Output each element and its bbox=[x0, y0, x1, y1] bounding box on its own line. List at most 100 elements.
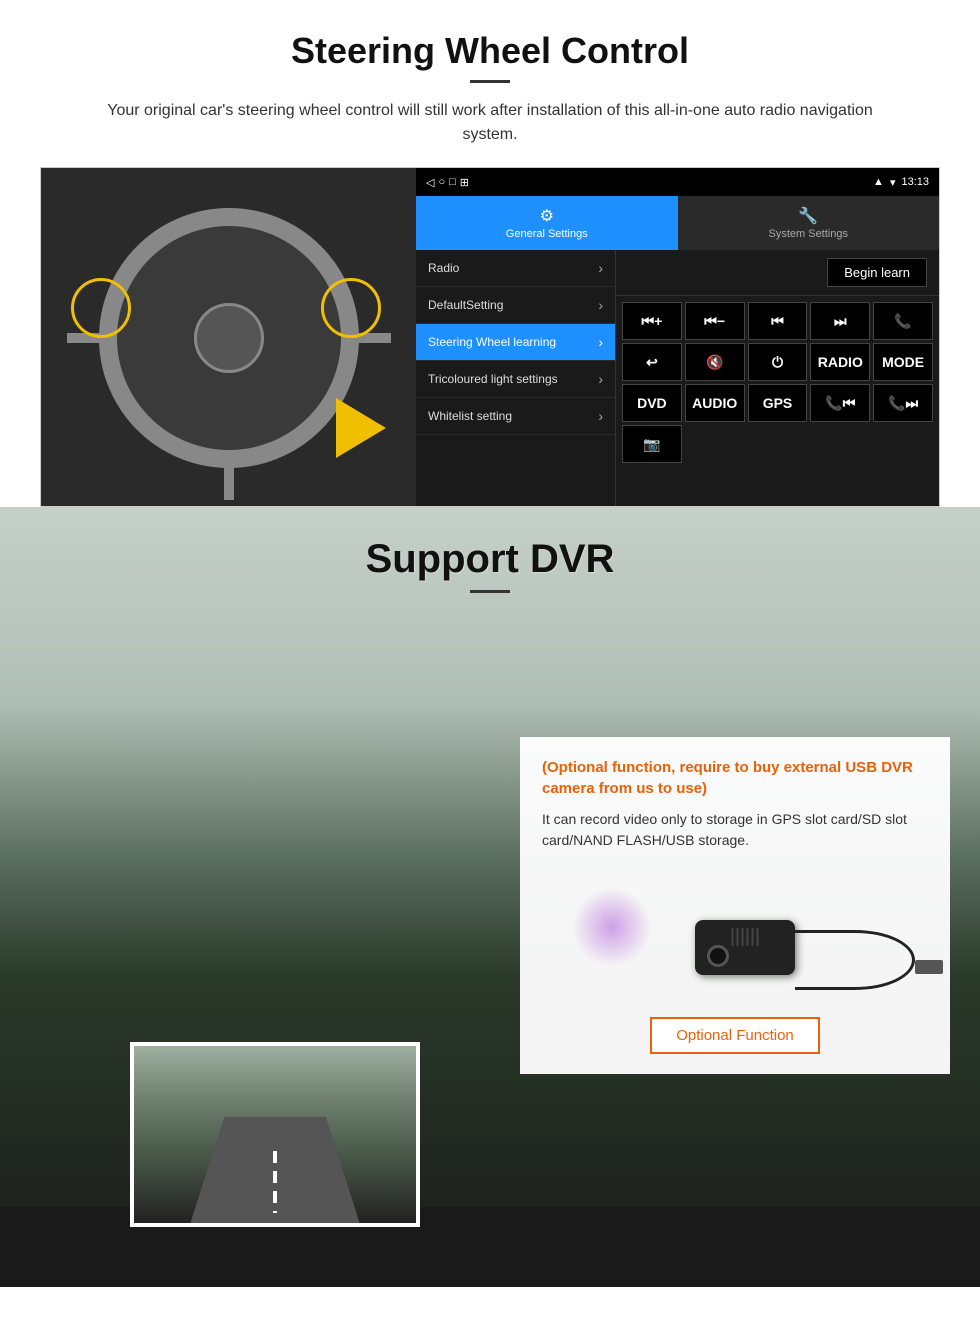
menu-item-whitelist-label: Whitelist setting bbox=[428, 409, 512, 423]
vent-line-5 bbox=[752, 928, 754, 946]
dvr-info-card: (Optional function, require to buy exter… bbox=[520, 737, 950, 1074]
signal-icon: ▲ bbox=[873, 176, 884, 188]
android-menu: Radio › DefaultSetting › Steering Wheel … bbox=[416, 250, 939, 506]
purple-glow bbox=[572, 887, 652, 967]
ctrl-call-next[interactable]: 📞⏭ bbox=[873, 384, 933, 422]
menu-item-default-label: DefaultSetting bbox=[428, 298, 503, 312]
nav-menu-icon: ⊞ bbox=[460, 176, 469, 189]
prev-track-icon: ⏮ bbox=[771, 313, 784, 330]
mode-label-icon: MODE bbox=[882, 354, 924, 370]
vol-down-prev-icon: ⏮− bbox=[704, 313, 725, 330]
camera-ctrl-icon: 📷 bbox=[643, 436, 660, 453]
tab-system-settings[interactable]: 🔧 System Settings bbox=[678, 196, 940, 250]
vent-line-6 bbox=[757, 928, 759, 946]
camera-cable bbox=[795, 930, 915, 990]
audio-label-icon: AUDIO bbox=[692, 395, 737, 411]
vent-line-2 bbox=[737, 928, 739, 946]
menu-item-radio[interactable]: Radio › bbox=[416, 250, 615, 287]
sw-spoke-bottom bbox=[224, 450, 234, 500]
dvr-title-area: Support DVR bbox=[0, 537, 980, 593]
dashcam-thumbnail bbox=[130, 1042, 420, 1227]
ctrl-vol-down-prev[interactable]: ⏮− bbox=[685, 302, 745, 340]
phone-icon: 📞 bbox=[894, 313, 911, 330]
control-grid: ⏮+ ⏮− ⏮ ⏭ 📞 ↩ 🔇 ⏻ RADIO MODE DVD AUDIO G… bbox=[616, 296, 939, 469]
steering-wheel bbox=[99, 208, 359, 468]
dashcam-center-line bbox=[273, 1151, 277, 1213]
menu-right-panel: Begin learn ⏮+ ⏮− ⏮ ⏭ 📞 ↩ 🔇 ⏻ RADIO MODE… bbox=[616, 250, 939, 506]
ctrl-power[interactable]: ⏻ bbox=[748, 343, 808, 381]
ctrl-hang-up[interactable]: ↩ bbox=[622, 343, 682, 381]
vol-up-prev-icon: ⏮+ bbox=[642, 313, 663, 330]
wifi-icon: ▾ bbox=[890, 176, 896, 189]
begin-learn-row: Begin learn bbox=[616, 250, 939, 296]
dvr-title-divider bbox=[470, 590, 510, 593]
begin-learn-button[interactable]: Begin learn bbox=[827, 258, 927, 287]
dvr-section: Support DVR (Optional function, require … bbox=[0, 507, 980, 1287]
nav-back-icon: ◁ bbox=[426, 176, 434, 189]
title-divider bbox=[470, 80, 510, 83]
radio-label-icon: RADIO bbox=[818, 354, 863, 370]
sw-hub bbox=[194, 303, 264, 373]
menu-item-steering-label: Steering Wheel learning bbox=[428, 335, 556, 349]
tab-general-settings[interactable]: ⚙ General Settings bbox=[416, 196, 678, 250]
nav-home-icon: ○ bbox=[438, 176, 445, 188]
dvr-camera-body bbox=[695, 920, 795, 975]
ctrl-mute[interactable]: 🔇 bbox=[685, 343, 745, 381]
steering-section: Steering Wheel Control Your original car… bbox=[0, 0, 980, 507]
ctrl-call-prev[interactable]: 📞⏮ bbox=[810, 384, 870, 422]
menu-item-whitelist[interactable]: Whitelist setting › bbox=[416, 398, 615, 435]
sw-button-left-circle bbox=[71, 278, 131, 338]
dvd-label-icon: DVD bbox=[637, 395, 667, 411]
hang-up-icon: ↩ bbox=[646, 354, 658, 371]
sw-arrow bbox=[336, 398, 386, 458]
dvr-title: Support DVR bbox=[0, 537, 980, 582]
usb-plug bbox=[915, 960, 943, 974]
ctrl-gps[interactable]: GPS bbox=[748, 384, 808, 422]
nav-recents-icon: □ bbox=[449, 176, 456, 188]
steering-demo: ◁ ○ □ ⊞ ▲ ▾ 13:13 ⚙ General Settings 🔧 bbox=[40, 167, 940, 507]
menu-item-steering-wheel[interactable]: Steering Wheel learning › bbox=[416, 324, 615, 361]
chevron-icon-whitelist: › bbox=[598, 408, 603, 424]
mute-icon: 🔇 bbox=[706, 354, 723, 371]
menu-item-tricoloured[interactable]: Tricoloured light settings › bbox=[416, 361, 615, 398]
next-track-icon: ⏭ bbox=[834, 313, 847, 330]
vent-line-1 bbox=[732, 928, 734, 946]
ctrl-prev-track[interactable]: ⏮ bbox=[748, 302, 808, 340]
vent-line-4 bbox=[747, 928, 749, 946]
menu-item-default-setting[interactable]: DefaultSetting › bbox=[416, 287, 615, 324]
gps-label-icon: GPS bbox=[763, 395, 793, 411]
chevron-icon-default: › bbox=[598, 297, 603, 313]
power-icon: ⏻ bbox=[772, 354, 783, 371]
status-time: 13:13 bbox=[901, 176, 929, 188]
ctrl-phone[interactable]: 📞 bbox=[873, 302, 933, 340]
chevron-icon-tricoloured: › bbox=[598, 371, 603, 387]
wrench-icon: 🔧 bbox=[798, 206, 818, 226]
optional-function-button[interactable]: Optional Function bbox=[650, 1017, 820, 1054]
steering-title: Steering Wheel Control bbox=[40, 30, 940, 72]
steering-photo bbox=[41, 168, 416, 507]
ctrl-dvd[interactable]: DVD bbox=[622, 384, 682, 422]
dvr-optional-text: (Optional function, require to buy exter… bbox=[542, 757, 928, 799]
camera-lens bbox=[707, 945, 729, 967]
android-status-bar: ◁ ○ □ ⊞ ▲ ▾ 13:13 bbox=[416, 168, 939, 196]
call-next-icon: 📞⏭ bbox=[888, 395, 918, 412]
ctrl-camera[interactable]: 📷 bbox=[622, 425, 682, 463]
android-panel: ◁ ○ □ ⊞ ▲ ▾ 13:13 ⚙ General Settings 🔧 bbox=[416, 168, 939, 506]
camera-vent bbox=[732, 928, 759, 946]
steering-subtitle: Your original car's steering wheel contr… bbox=[80, 99, 900, 147]
menu-item-tricoloured-label: Tricoloured light settings bbox=[428, 372, 558, 386]
dvr-camera-image bbox=[542, 867, 928, 1007]
dashcam-scene bbox=[134, 1046, 416, 1223]
ctrl-mode[interactable]: MODE bbox=[873, 343, 933, 381]
ctrl-audio[interactable]: AUDIO bbox=[685, 384, 745, 422]
ctrl-next-track[interactable]: ⏭ bbox=[810, 302, 870, 340]
ctrl-vol-up-prev[interactable]: ⏮+ bbox=[622, 302, 682, 340]
call-prev-icon: 📞⏮ bbox=[825, 395, 855, 412]
gear-icon: ⚙ bbox=[540, 206, 554, 226]
tab-system-label: System Settings bbox=[769, 228, 848, 240]
tab-general-label: General Settings bbox=[506, 228, 588, 240]
chevron-icon-steering: › bbox=[598, 334, 603, 350]
ctrl-radio[interactable]: RADIO bbox=[810, 343, 870, 381]
menu-list: Radio › DefaultSetting › Steering Wheel … bbox=[416, 250, 616, 506]
chevron-icon-radio: › bbox=[598, 260, 603, 276]
